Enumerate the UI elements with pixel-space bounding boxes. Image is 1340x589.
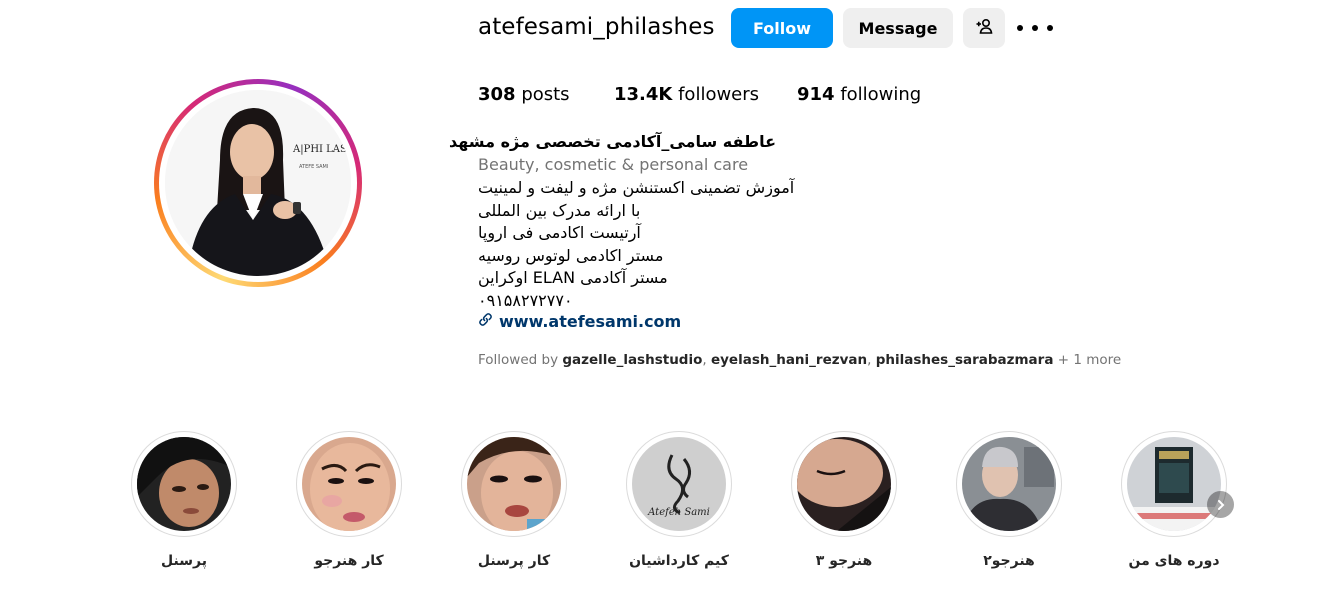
bio-text: آموزش تضمینی اکستنشن مژه و لیفت و لمینیت…: [478, 177, 818, 313]
highlight-cover: [467, 437, 561, 531]
bio-category: Beauty, cosmetic & personal care: [478, 155, 749, 174]
highlight-item[interactable]: Atefeh Sami کیم کارداشیان: [626, 431, 732, 569]
bio-line: مستر اکادمی لوتوس روسیه: [478, 245, 664, 265]
stat-followers[interactable]: 13.4K followers: [614, 84, 759, 105]
highlight-ring: [791, 431, 897, 537]
followed-by-user[interactable]: eyelash_hani_rezvan: [711, 352, 867, 368]
avatar-gap: A|PHI LASHE ATEFE SAMI: [159, 84, 357, 282]
highlight-cover: [137, 437, 231, 531]
highlight-label: پرسنل: [161, 553, 207, 569]
profile-username: atefesami_philashes: [478, 14, 715, 40]
followers-label: followers: [678, 84, 760, 105]
more-dot: [1032, 25, 1038, 31]
avatar-logo-subtext: ATEFE SAMI: [299, 164, 328, 170]
posts-count: 308: [478, 84, 516, 105]
highlight-label: کار پرسنل: [477, 553, 551, 569]
following-label: following: [840, 84, 922, 105]
highlight-label: هنرجو ۳: [815, 553, 873, 569]
highlight-item[interactable]: هنرجو۲: [956, 431, 1062, 569]
follow-button[interactable]: Follow: [731, 8, 833, 48]
highlight-label: کار هنرجو: [314, 553, 384, 569]
followed-by-prefix: Followed by: [478, 352, 559, 368]
bio-link-text: www.atefesami.com: [499, 312, 682, 331]
stat-posts: 308 posts: [478, 84, 570, 105]
highlight-ring: Atefeh Sami: [626, 431, 732, 537]
highlight-logo-text: Atefeh Sami: [647, 507, 710, 518]
stat-following[interactable]: 914 following: [797, 84, 921, 105]
highlight-cover: [962, 437, 1056, 531]
message-button[interactable]: Message: [843, 8, 953, 48]
highlight-item[interactable]: کار هنرجو: [296, 431, 402, 569]
avatar-logo-text: A|PHI LASHE: [292, 144, 351, 155]
following-count: 914: [797, 84, 835, 105]
bio-full-name: عاطفه سامی_آکادمی تخصصی مژه مشهد: [449, 132, 776, 151]
highlight-cover: [1127, 437, 1221, 531]
highlight-ring: [956, 431, 1062, 537]
highlight-cover: [797, 437, 891, 531]
bio-line: مستر آکادمی ELAN اوکراین: [478, 268, 668, 288]
highlight-cover: [302, 437, 396, 531]
followers-count: 13.4K: [614, 84, 673, 105]
bio-website-link[interactable]: www.atefesami.com: [478, 312, 681, 331]
link-icon: [478, 312, 493, 331]
highlight-ring: [131, 431, 237, 537]
followed-by-user[interactable]: philashes_sarabazmara: [876, 352, 1054, 368]
highlight-ring: [461, 431, 567, 537]
chevron-right-icon[interactable]: [1207, 491, 1234, 518]
highlight-label: کیم کارداشیان: [629, 553, 729, 569]
highlight-item[interactable]: دوره های من: [1121, 431, 1227, 569]
bio-line: با ارائه مدرک بین المللی: [478, 200, 641, 220]
bio-line: آرتیست اکادمی فی اروپا: [478, 223, 641, 243]
highlight-label: دوره های من: [1128, 553, 1220, 569]
highlight-cover: Atefeh Sami: [632, 437, 726, 531]
suggested-users-button[interactable]: [963, 8, 1005, 48]
highlight-item[interactable]: هنرجو ۳: [791, 431, 897, 569]
highlight-ring: [1121, 431, 1227, 537]
highlight-item[interactable]: پرسنل: [131, 431, 237, 569]
followed-by-more[interactable]: + 1 more: [1058, 352, 1121, 368]
more-dot: [1047, 25, 1053, 31]
highlight-ring: [296, 431, 402, 537]
bio-line: ۰۹۱۵۸۲۷۲۷۷۰: [478, 290, 573, 310]
followed-by-user[interactable]: gazelle_lashstudio: [562, 352, 702, 368]
more-options-icon[interactable]: [1017, 14, 1053, 42]
highlight-item[interactable]: کار پرسنل: [461, 431, 567, 569]
more-dot: [1017, 25, 1023, 31]
avatar-photo: A|PHI LASHE ATEFE SAMI: [165, 90, 351, 276]
add-user-icon: [975, 17, 993, 39]
followed-by[interactable]: Followed by gazelle_lashstudio, eyelash_…: [478, 352, 1121, 368]
highlight-label: هنرجو۲: [983, 553, 1035, 569]
posts-label: posts: [521, 84, 570, 105]
profile-avatar[interactable]: A|PHI LASHE ATEFE SAMI: [154, 79, 362, 287]
bio-line: آموزش تضمینی اکستنشن مژه و لیفت و لمینیت: [478, 178, 795, 197]
